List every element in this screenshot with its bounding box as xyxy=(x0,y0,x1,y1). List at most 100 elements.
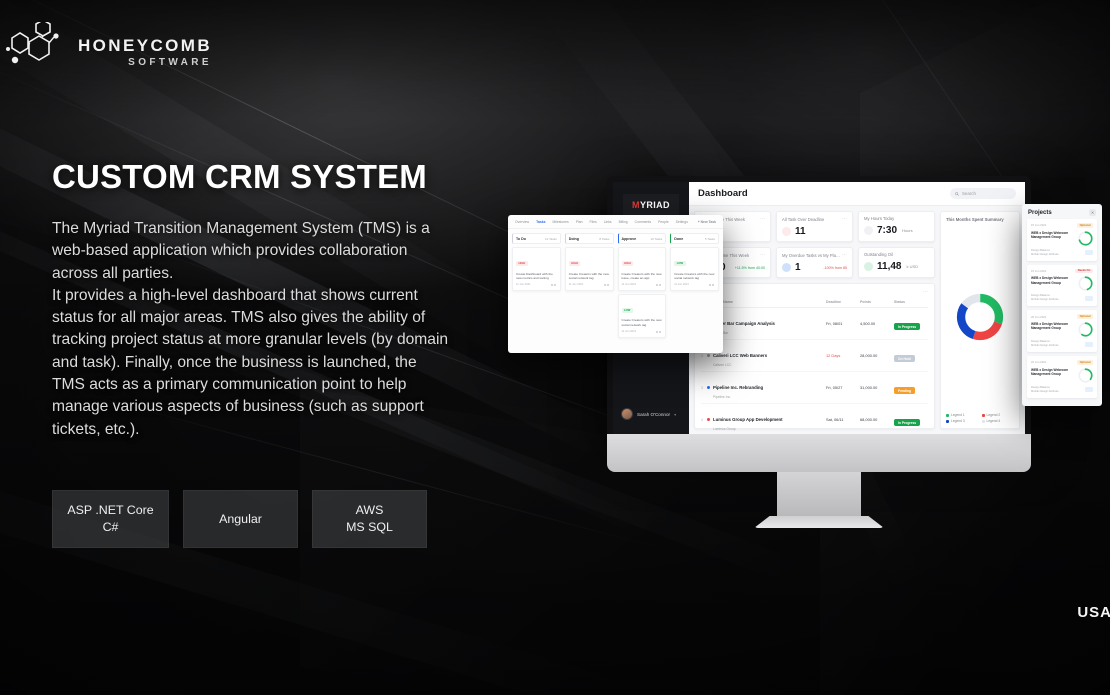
progress-ring-icon xyxy=(1078,231,1093,246)
projects-panel-title: Projects xyxy=(1028,209,1052,216)
kanban-nav-item[interactable]: Plan xyxy=(576,220,583,224)
kanban-card[interactable]: HIGH Create Creators with the new issue,… xyxy=(617,247,667,291)
project-card-meta: Design Balance xyxy=(1031,248,1050,252)
project-card-name: WEB x Design Webroom Management Group xyxy=(1031,276,1069,285)
project-points: 4,500.00 xyxy=(860,321,876,326)
progress-ring-icon xyxy=(1078,322,1093,337)
sidebar-user[interactable]: Sarah O'Connor ▾ xyxy=(621,408,676,420)
tech-badge-line1: AWS xyxy=(355,503,384,518)
kanban-card-text: Create Dashboard with the new metrics an… xyxy=(516,271,553,280)
dashboard-left-column: My Task Due This Week⋯ 5 All Task Over D… xyxy=(694,211,935,431)
kanban-nav-item[interactable]: People xyxy=(658,220,669,224)
legend-item: Legend 1 xyxy=(946,413,979,417)
table-row[interactable]: 2 Caliveri LCC Web Banners Caliveri LCC 1… xyxy=(701,340,928,372)
kanban-nav-item[interactable]: Links xyxy=(604,220,612,224)
kpi-value: 7:30 xyxy=(877,225,898,236)
progress-ring-icon xyxy=(1078,276,1093,291)
kanban-nav-item[interactable]: Billing xyxy=(619,220,628,224)
kanban-card[interactable]: LOW Create Creators with the new social … xyxy=(617,293,667,338)
project-name: Pipeline Inc. Rebranding xyxy=(713,385,764,390)
kanban-nav-item[interactable]: Comments xyxy=(635,220,651,224)
project-card-name: WEB x Design Webroom Management Group xyxy=(1031,321,1069,331)
kanban-card[interactable]: HIGH Create Creators with the new social… xyxy=(564,247,614,291)
project-card-chip xyxy=(1085,295,1093,301)
kanban-nav-item[interactable]: Milestones xyxy=(553,220,569,224)
tech-badge-line2: MS SQL xyxy=(346,520,393,534)
kanban-nav-item[interactable]: Settings xyxy=(676,220,688,224)
dashboard-header: Dashboard Search xyxy=(689,182,1025,206)
donut-chart xyxy=(946,222,1014,411)
legend-label: Legend 2 xyxy=(986,413,1001,417)
search-placeholder: Search xyxy=(962,191,976,196)
kpi-card[interactable]: My Hours Today 7:30 Hours xyxy=(858,211,935,242)
kanban-nav-item-active[interactable]: Tasks xyxy=(536,220,545,224)
kanban-card[interactable]: HIGH Create Dashboard with the new metri… xyxy=(512,247,561,291)
project-card-badge: Optional xyxy=(1077,360,1093,365)
table-row[interactable]: 4 Luminus Group App Development Luminus G… xyxy=(701,404,928,434)
legend-item: Legend 2 xyxy=(981,413,1015,417)
project-client: Luminus Group xyxy=(713,427,736,431)
kanban-column-header: Done 5 Tasks xyxy=(670,233,719,244)
kanban-nav-item[interactable]: Overview xyxy=(515,220,529,224)
status-badge: On Hold xyxy=(894,355,915,362)
project-card-chip xyxy=(1085,341,1093,347)
project-client: Gutter Bar xyxy=(713,331,729,335)
kanban-card-text: Create Creators with the new social netw… xyxy=(621,318,662,327)
kpi-row-2: My Actual Time This Week⋯ 57:30+11.5% fr… xyxy=(694,247,935,278)
more-icon[interactable]: ⋯ xyxy=(842,252,847,258)
kpi-card[interactable]: Outstanding Oil 11,48 k USD xyxy=(858,247,935,278)
kpi-value: 11,48 xyxy=(877,261,902,272)
project-card-meta: Mobile Design Attribute xyxy=(1031,252,1059,256)
kanban-column-done: Done 5 Tasks LOW Create Creators with th… xyxy=(670,233,719,338)
more-icon[interactable]: ⋯ xyxy=(760,252,765,258)
more-icon[interactable]: ⋯ xyxy=(923,289,928,295)
project-card[interactable]: 15 Jun 2021 Optional WEB x Design Webroo… xyxy=(1027,219,1097,261)
search-icon xyxy=(955,191,959,196)
kpi-card[interactable]: My Overdue Tasks vs My Planned vs Act...… xyxy=(776,247,853,278)
kanban-nav: Overview Tasks Milestones Plan Files Lin… xyxy=(508,215,723,229)
new-task-button[interactable]: + New Task xyxy=(698,220,716,224)
kanban-board-panel: Overview Tasks Milestones Plan Files Lin… xyxy=(508,215,723,353)
kanban-card-date: 11 Jun 2021 xyxy=(621,283,637,287)
page-title: CUSTOM CRM SYSTEM xyxy=(52,158,427,195)
project-card[interactable]: 20 Jun 2021 Optional WEB x Design Webroo… xyxy=(1027,310,1097,353)
kanban-column-header: Approve 10 Tasks xyxy=(617,233,667,244)
legend-item: Legend 4 xyxy=(981,419,1015,423)
dashboard-main: Dashboard Search My Task Due This Week xyxy=(689,182,1025,434)
dashboard-right-column: This Months Spent Summary Legend 1 Legen… xyxy=(940,211,1020,429)
project-points: 68,000.00 xyxy=(860,417,878,422)
project-deadline: Fri, 08/01 xyxy=(826,321,843,326)
table-row[interactable]: 3 Pipeline Inc. Rebranding Pipeline Inc. … xyxy=(701,372,928,404)
kanban-column-approve: Approve 10 Tasks HIGH Create Creators wi… xyxy=(617,233,667,338)
kpi-label: All Task Over Deadline xyxy=(782,216,825,222)
kpi-label: My Hours Today xyxy=(864,216,895,221)
brand-name: HONEYCOMB xyxy=(78,35,212,55)
chevron-down-icon[interactable]: ▾ xyxy=(674,412,676,417)
legend-item: Legend 3 xyxy=(946,419,979,423)
project-card-name: WEB x Design Webroom Management Group xyxy=(1031,230,1069,239)
kanban-card-date: 11 Jun 2021 xyxy=(568,283,584,287)
kanban-card-date: 11 Jun 2021 xyxy=(516,283,531,287)
table-header-row: Project Name Deadline Points Status xyxy=(701,300,928,308)
legend-label: Legend 4 xyxy=(986,419,1001,423)
table-row[interactable]: 1 Gutter Bar Campaign AnalysisGutter Bar… xyxy=(701,308,928,340)
more-icon[interactable]: ⋯ xyxy=(842,216,847,222)
kanban-nav-item[interactable]: Files xyxy=(590,220,597,224)
project-card-badge: Optional xyxy=(1077,223,1093,228)
column-header: Status xyxy=(894,300,905,304)
project-deadline: 12 Days xyxy=(826,353,841,358)
assignee-avatars xyxy=(602,282,610,287)
close-icon[interactable]: ✕ xyxy=(1089,209,1096,216)
monitor-stand-foot xyxy=(754,516,884,528)
kpi-card[interactable]: All Task Over Deadline ⋯ 11 xyxy=(776,211,853,242)
project-card[interactable]: 22 Jun 2021 Optional WEB x Design Webroo… xyxy=(1027,356,1097,398)
tech-badge-dotnet: ASP .NET Core C# xyxy=(52,490,169,548)
status-badge: In Progress xyxy=(894,419,921,426)
search-input[interactable]: Search xyxy=(950,188,1016,199)
project-card-chip xyxy=(1085,387,1093,393)
project-card[interactable]: 15 Jun 2021 Needs Fix WEB x Design Webro… xyxy=(1027,264,1097,307)
kanban-card[interactable]: LOW Create Creators with the new social … xyxy=(670,247,719,291)
more-icon[interactable]: ⋯ xyxy=(760,216,765,222)
dashboard-body: My Task Due This Week⋯ 5 All Task Over D… xyxy=(689,206,1025,434)
kanban-column-todo: To Do 12 Tasks HIGH Create Dashboard wit… xyxy=(512,233,561,338)
